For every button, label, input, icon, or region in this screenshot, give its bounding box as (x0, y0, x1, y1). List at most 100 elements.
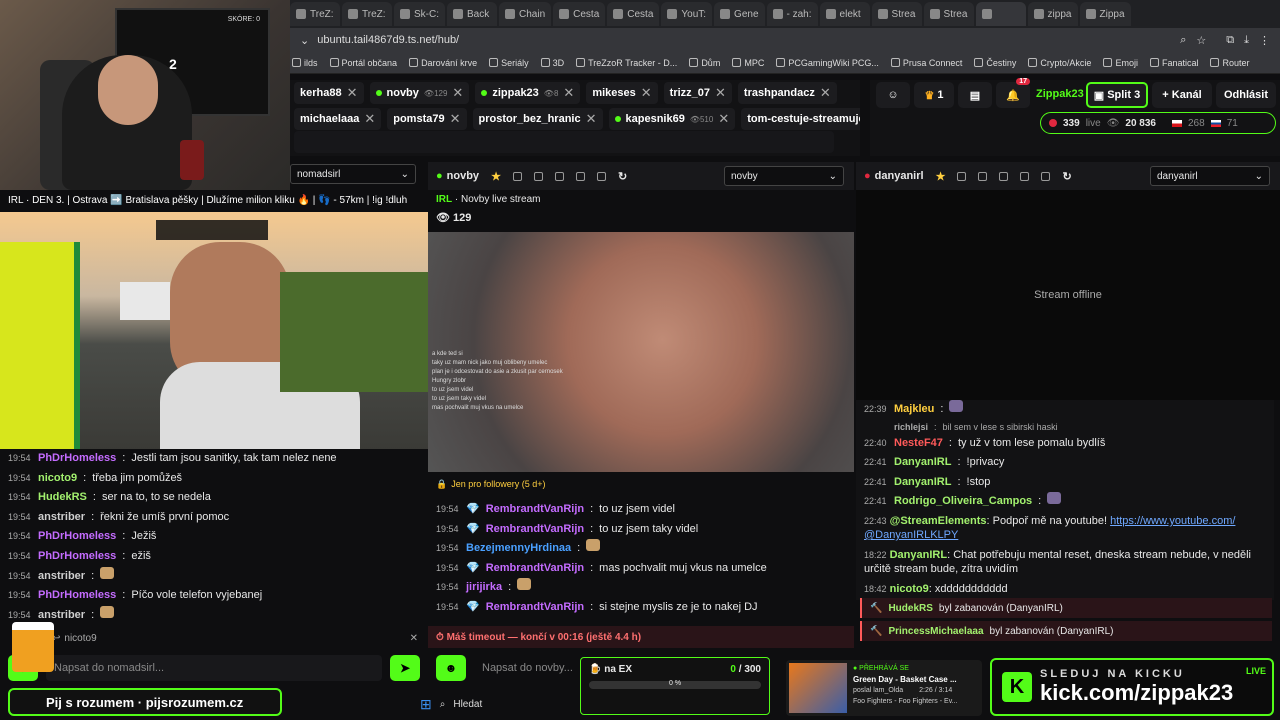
chat-username[interactable]: richlejsi (894, 420, 928, 434)
close-icon[interactable]: ✕ (586, 111, 597, 127)
bookmark-item[interactable]: Dům (689, 58, 720, 68)
url-text[interactable]: ubuntu.tail4867d9.ts.net/hub/ (317, 34, 1172, 46)
hammer-icon[interactable] (999, 171, 1009, 181)
chat-username[interactable]: DanyanIRL (894, 453, 951, 473)
add-channel-button[interactable]: + Kanál (1152, 82, 1212, 108)
split-button[interactable]: ▣ Split 3 (1086, 82, 1148, 108)
chat-username[interactable]: nicoto9 (38, 469, 77, 489)
chat-username[interactable]: Rodrigo_Oliveira_Campos (894, 492, 1032, 512)
chat-username[interactable]: PhDrHomeless (38, 527, 116, 547)
download-icon[interactable]: ⤓ (1244, 34, 1249, 47)
bookmark-star-icon[interactable]: ☆ (1196, 34, 1206, 47)
channel-chip[interactable]: pomsta79 ✕ (387, 108, 467, 130)
bookmark-item[interactable]: ilds (292, 58, 318, 68)
bell-button[interactable]: 🔔 17 (996, 78, 1030, 108)
chat-username[interactable]: anstriber (38, 508, 85, 528)
chat-username[interactable]: RembrandtVanRijn (486, 598, 584, 618)
middle-video[interactable]: a kde ted si taky uz mam nick jako muj ob… (428, 232, 854, 472)
taskbar-search[interactable]: ⊞ ⌕ Hledat (420, 692, 580, 716)
refresh-icon[interactable]: ↻ (1062, 170, 1071, 183)
browser-tab[interactable]: zippa (1027, 2, 1078, 26)
browser-tab[interactable]: elekt (819, 2, 870, 26)
extensions-icon[interactable]: ⧉ (1226, 34, 1234, 47)
channel-chip[interactable]: michaelaaa ✕ (294, 108, 382, 130)
channel-chip[interactable]: mikeses ✕ (586, 82, 658, 104)
right-channel-select[interactable]: danyanirl ⌄ (1150, 166, 1270, 186)
close-icon[interactable]: ✕ (718, 111, 729, 127)
middle-emote-button[interactable]: ☻ (436, 655, 466, 681)
chat-username[interactable]: anstriber (38, 567, 85, 587)
menu-icon[interactable]: ⋮ (1259, 34, 1270, 47)
chat-username[interactable]: RembrandtVanRijn (486, 559, 584, 579)
se-link-2[interactable]: @DanyanIRLKLPY (864, 528, 1274, 542)
browser-tab[interactable]: Zippa (1079, 2, 1131, 26)
address-bar[interactable]: ⌄ ubuntu.tail4867d9.ts.net/hub/ ⌕ ☆ ⧉ ⤓ … (290, 28, 1280, 52)
bookmark-item[interactable]: Čestiny (974, 58, 1016, 68)
username[interactable]: Zippak23 (1036, 88, 1084, 100)
bookmark-item[interactable]: TreZzoR Tracker - D... (576, 58, 677, 68)
chat-username[interactable]: NesteF47 (894, 434, 943, 454)
browser-tab[interactable]: - zah: (766, 2, 818, 26)
browser-tab[interactable]: Cesta (607, 2, 660, 26)
chat-icon[interactable] (575, 171, 585, 181)
middle-chat-input[interactable]: Napsat do novby... (474, 655, 580, 681)
bookmark-item[interactable]: Prusa Connect (890, 58, 962, 68)
popout-icon[interactable] (596, 171, 606, 181)
browser-tab[interactable]: Gene (714, 2, 765, 26)
browser-tab[interactable]: Strea (871, 2, 922, 26)
close-icon[interactable]: ✕ (452, 85, 463, 101)
chat-username[interactable]: RembrandtVanRijn (486, 500, 584, 520)
bookmark-item[interactable]: Seriály (489, 58, 529, 68)
browser-tab[interactable] (975, 2, 1026, 26)
chat-username[interactable]: BezejmennyHrdinaa (466, 539, 571, 559)
channel-chip[interactable]: prostor_bez_hranic ✕ (472, 108, 603, 130)
chat-username[interactable]: PhDrHomeless (38, 449, 116, 469)
zoom-icon[interactable]: ⌕ (1180, 34, 1186, 47)
middle-channel-select[interactable]: novby ⌄ (724, 166, 844, 186)
browser-tab[interactable]: YouT: (661, 2, 713, 26)
se-link[interactable]: https://www.youtube.com/ (1110, 515, 1235, 527)
close-icon[interactable]: ✕ (820, 85, 831, 101)
browser-tab[interactable]: Cesta (553, 2, 606, 26)
browser-tab[interactable]: Strea (923, 2, 974, 26)
channel-chip[interactable]: trizz_07 ✕ (663, 82, 732, 104)
stats-tool-icon[interactable] (533, 171, 543, 181)
channel-chip[interactable]: tom-cestuje-streamuje✕ (741, 108, 860, 130)
bookmark-item[interactable]: MPC (732, 58, 764, 68)
channel-chip[interactable]: kerha88 ✕ (294, 82, 364, 104)
close-icon[interactable]: ✕ (715, 85, 726, 101)
browser-tab[interactable]: TreZ: (342, 2, 392, 26)
chat-username[interactable]: PhDrHomeless (38, 586, 116, 606)
bookmark-item[interactable]: Router (1210, 58, 1250, 68)
close-icon[interactable]: ✕ (364, 111, 375, 127)
left-chat-input[interactable]: Napsat do nomadsirl... (46, 655, 382, 681)
bookmark-item[interactable]: Crypto/Akcie (1028, 58, 1091, 68)
tab-search-icon[interactable]: ⌄ (300, 34, 309, 47)
left-send-button[interactable]: ➤ (390, 655, 420, 681)
bookmark-item[interactable]: Portál občana (329, 58, 397, 68)
chat-username[interactable]: DanyanIRL (894, 473, 951, 493)
close-icon[interactable]: ✕ (450, 111, 461, 127)
channel-chip[interactable]: trashpandacz ✕ (737, 82, 837, 104)
chat-username[interactable]: Majkleu (894, 400, 934, 420)
chat-username[interactable]: jirijirka (466, 578, 502, 598)
close-icon[interactable]: ✕ (347, 85, 358, 101)
bookmark-item[interactable]: PCGamingWiki PCG... (776, 58, 879, 68)
browser-tab[interactable]: TreZ: (290, 2, 340, 26)
bookmark-item[interactable]: Fanatical (1149, 58, 1198, 68)
popout-icon[interactable] (1041, 171, 1051, 181)
ban-user[interactable]: PrincessMichaelaaa (888, 626, 983, 637)
search-icon[interactable] (512, 171, 522, 181)
channel-chip[interactable]: novby 👁129 ✕ (369, 82, 470, 104)
bookmark-item[interactable]: Emoji (1103, 58, 1138, 68)
star-icon[interactable]: ★ (936, 170, 946, 183)
bookmark-item[interactable]: Darování krve (409, 58, 477, 68)
browser-tab[interactable]: Sk-C: (394, 2, 445, 26)
chat-username[interactable]: RembrandtVanRijn (486, 520, 584, 540)
chat-username[interactable]: PhDrHomeless (38, 547, 116, 567)
refresh-icon[interactable]: ↻ (618, 170, 627, 183)
star-icon[interactable]: ★ (491, 170, 501, 183)
browser-tab[interactable]: Chain (499, 2, 552, 26)
logout-button[interactable]: Odhlásit (1216, 82, 1276, 108)
channel-chip[interactable]: kapesnik69 👁510 ✕ (608, 108, 736, 130)
